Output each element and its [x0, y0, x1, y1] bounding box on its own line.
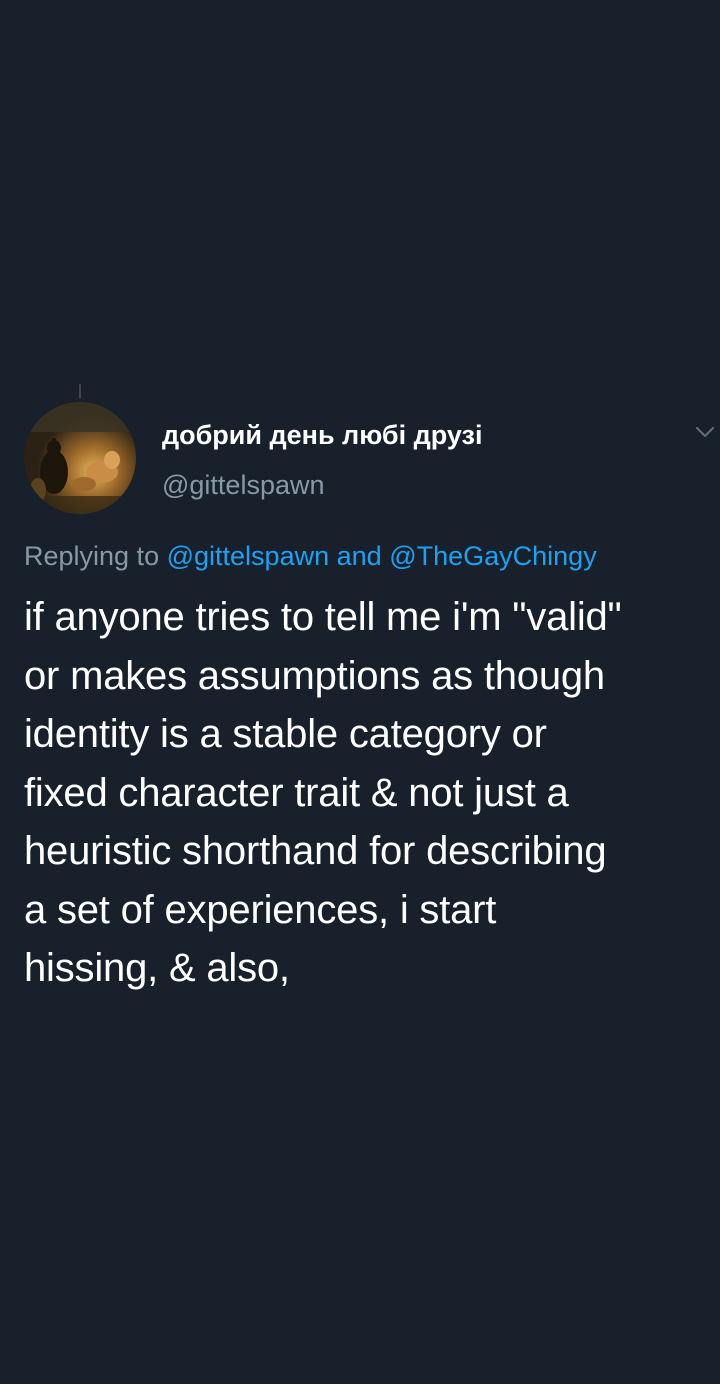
tweet-menu-button[interactable] [693, 422, 717, 442]
reply-mention-gittelspawn[interactable]: @gittelspawn [167, 541, 330, 571]
thread-connector-line [79, 384, 81, 398]
painting-avatar-icon [24, 402, 136, 514]
chevron-down-icon [695, 426, 715, 438]
tweet-text: if anyone tries to tell me i'm "valid" o… [24, 595, 622, 990]
display-name[interactable]: добрий день любі друзі [162, 420, 482, 451]
tweet: добрий день любі друзі @gittelspawn Repl… [0, 0, 720, 1384]
user-handle[interactable]: @gittelspawn [162, 470, 325, 501]
avatar[interactable] [24, 402, 136, 514]
replying-to-line: Replying to @gittelspawn and @TheGayChin… [24, 541, 597, 572]
replying-prefix: Replying to [24, 541, 160, 571]
reply-mention-thegaychingy[interactable]: @TheGayChingy [389, 541, 597, 571]
reply-conjunction: and [336, 541, 382, 571]
